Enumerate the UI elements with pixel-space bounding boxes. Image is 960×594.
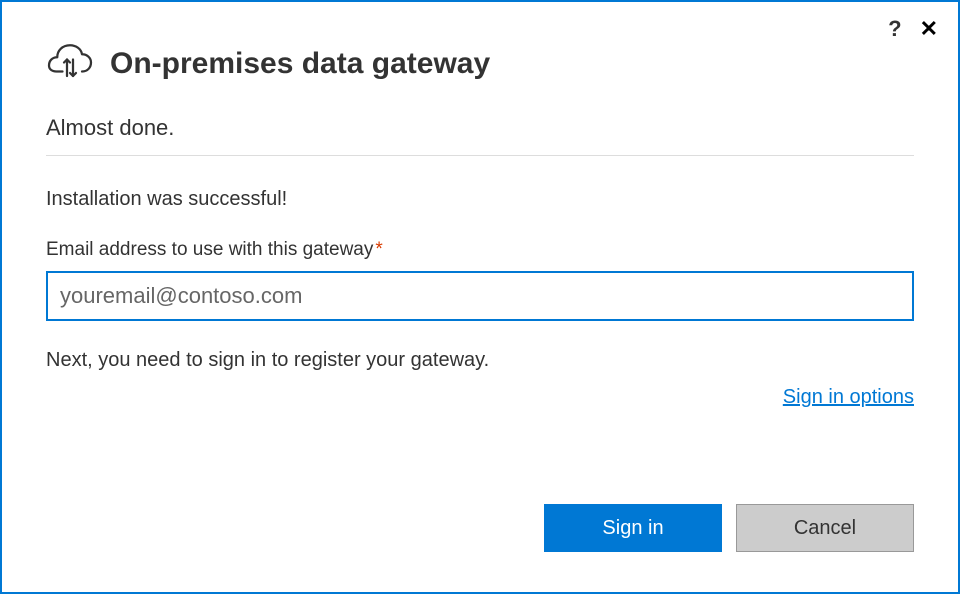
email-label-text: Email address to use with this gateway <box>46 239 373 260</box>
subtitle-text: Almost done. <box>46 115 914 141</box>
instruction-text: Next, you need to sign in to register yo… <box>46 349 914 372</box>
divider <box>46 155 914 156</box>
titlebar: ? ✕ <box>888 16 938 42</box>
sign-in-options-link[interactable]: Sign in options <box>783 386 914 408</box>
email-input[interactable] <box>46 271 914 321</box>
dialog-content: On-premises data gateway Almost done. In… <box>2 2 958 592</box>
cancel-button[interactable]: Cancel <box>736 504 914 552</box>
button-row: Sign in Cancel <box>46 504 914 552</box>
dialog-title: On-premises data gateway <box>110 47 490 81</box>
spacer <box>46 419 914 504</box>
help-icon[interactable]: ? <box>888 16 901 42</box>
close-icon[interactable]: ✕ <box>920 18 938 40</box>
email-label: Email address to use with this gateway* <box>46 239 914 261</box>
required-asterisk: * <box>375 239 382 260</box>
options-row: Sign in options <box>46 386 914 409</box>
header-row: On-premises data gateway <box>46 40 914 87</box>
sign-in-button[interactable]: Sign in <box>544 504 722 552</box>
cloud-upload-download-icon <box>46 40 94 87</box>
status-text: Installation was successful! <box>46 188 914 211</box>
